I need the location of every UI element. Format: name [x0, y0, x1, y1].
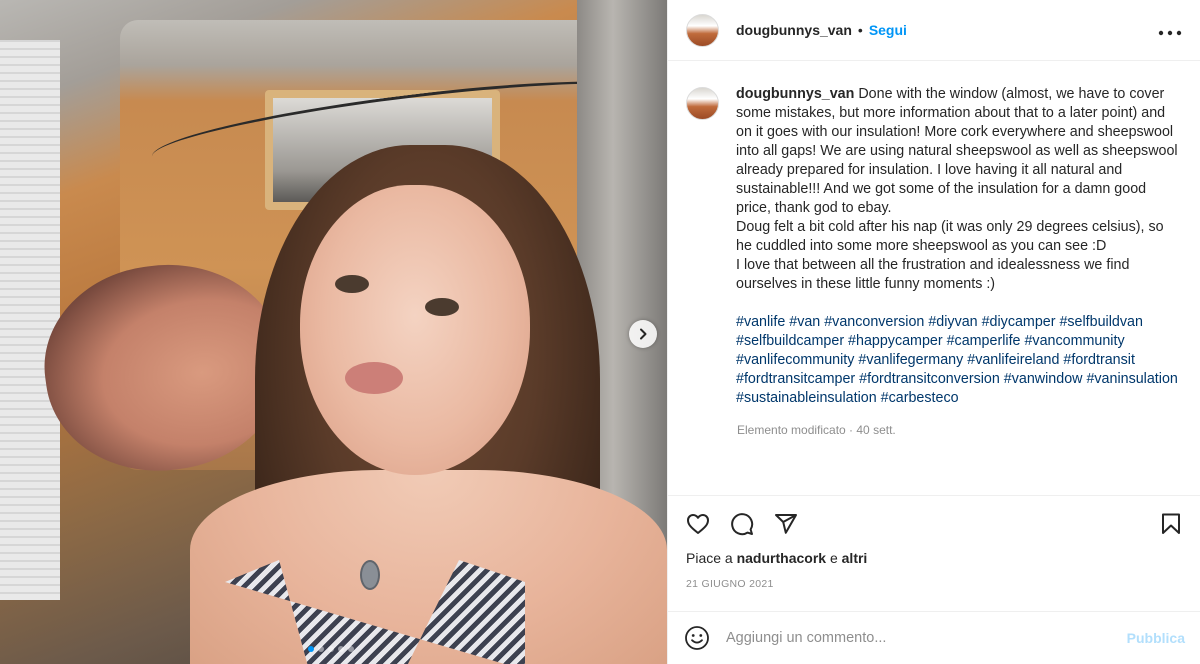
carousel-indicator: [308, 646, 354, 652]
comment-button[interactable]: [728, 510, 756, 538]
likes-summary: Piace a nadurthacork e altri: [684, 550, 1185, 566]
likes-conjunction: e: [826, 550, 842, 566]
photo-eye: [335, 275, 369, 293]
caption-body: Done with the window (almost, we have to…: [736, 86, 1178, 292]
carousel-dot: [338, 646, 344, 652]
bookmark-icon: [1162, 513, 1180, 534]
post-actions: Piace a nadurthacork e altri 21 giugno 2…: [668, 495, 1200, 590]
heart-icon: [687, 514, 709, 534]
emoji-icon[interactable]: [684, 625, 710, 651]
carousel-dot: [348, 646, 354, 652]
header-username[interactable]: dougbunnys_van: [736, 22, 852, 38]
publish-button[interactable]: Pubblica: [1127, 630, 1185, 646]
likes-others-link[interactable]: altri: [842, 550, 868, 566]
caption-row: dougbunnys_van Done with the window (alm…: [686, 85, 1183, 408]
carousel-dot: [328, 646, 334, 652]
likes-prefix: Piace a: [686, 550, 737, 566]
photo-lips: [345, 362, 403, 394]
photo-eye: [425, 298, 459, 316]
next-slide-button[interactable]: [629, 320, 657, 348]
comment-icon: [731, 513, 754, 536]
photo-woman-face: [300, 185, 530, 475]
post-header: dougbunnys_van • Segui: [668, 0, 1200, 61]
photo-pendant: [360, 560, 380, 590]
post-photo: [0, 0, 667, 664]
carousel-dot: [308, 646, 314, 652]
comments-section: dougbunnys_van Done with the window (alm…: [668, 61, 1200, 495]
header-separator: •: [857, 22, 863, 38]
send-icon: [775, 514, 797, 534]
post-media[interactable]: [0, 0, 667, 664]
add-comment-bar: Pubblica: [668, 611, 1200, 664]
more-options-icon[interactable]: [1158, 20, 1182, 40]
edited-timestamp: Elemento modificato · 40 sett.: [737, 423, 896, 437]
comment-input[interactable]: [726, 630, 1127, 646]
caption-hashtags[interactable]: #vanlife #van #vanconversion #diyvan #di…: [736, 313, 1181, 408]
like-button[interactable]: [684, 510, 712, 538]
action-icons: [684, 496, 1185, 552]
carousel-dot: [318, 646, 324, 652]
save-button[interactable]: [1157, 510, 1185, 538]
follow-button[interactable]: Segui: [869, 22, 907, 38]
post-sidebar: dougbunnys_van • Segui dougbunnys_van Do…: [667, 0, 1200, 664]
likes-user-link[interactable]: nadurthacork: [737, 550, 826, 566]
photo-shirt: [0, 40, 60, 600]
post-date[interactable]: 21 giugno 2021: [684, 578, 1185, 590]
avatar[interactable]: [686, 87, 719, 120]
chevron-right-icon: [640, 328, 647, 340]
avatar[interactable]: [686, 13, 719, 47]
share-button[interactable]: [772, 510, 800, 538]
caption-text: dougbunnys_van Done with the window (alm…: [736, 85, 1181, 408]
caption-username[interactable]: dougbunnys_van: [736, 86, 854, 102]
ellipsis-icon: [1158, 30, 1182, 36]
